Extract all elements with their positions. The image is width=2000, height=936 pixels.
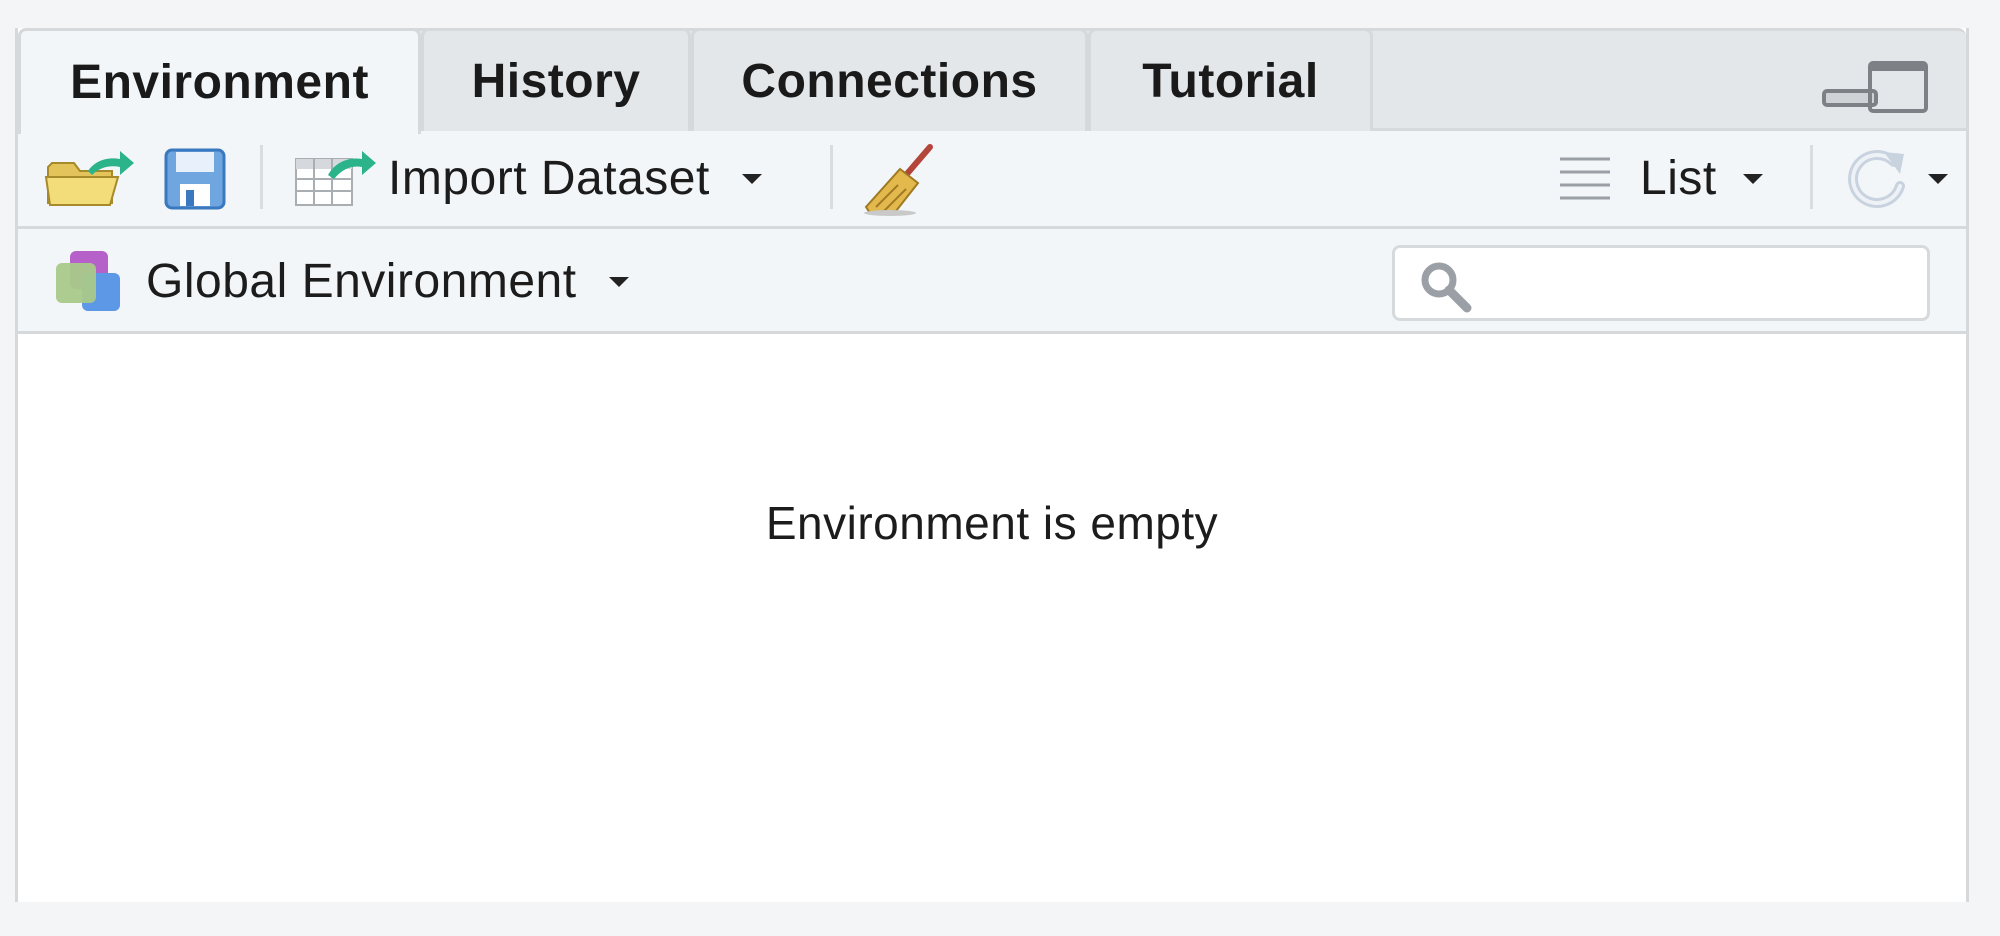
maximize-pane-icon[interactable] <box>1868 61 1928 113</box>
toolbar-separator <box>830 145 833 209</box>
view-mode-dropdown[interactable]: List <box>1558 131 1763 226</box>
chevron-down-icon <box>608 276 629 287</box>
search-icon <box>1421 262 1472 313</box>
chevron-down-icon <box>1742 173 1763 184</box>
import-table-icon <box>295 150 376 206</box>
import-dataset-label: Import Dataset <box>388 152 710 205</box>
tab-environment-label: Environment <box>70 56 369 109</box>
toolbar-separator <box>1810 145 1813 209</box>
tab-tutorial[interactable]: Tutorial <box>1088 28 1373 131</box>
environment-bar: Global Environment <box>18 229 1966 334</box>
environment-layers-icon <box>56 250 120 311</box>
tab-history[interactable]: History <box>421 28 691 131</box>
environment-pane: Environment History Connections Tutorial <box>15 28 1969 902</box>
toolbar-separator <box>260 145 263 209</box>
environment-content: Environment is empty <box>18 334 1966 902</box>
chevron-down-icon <box>741 173 762 184</box>
search-input[interactable] <box>1475 256 1909 312</box>
chevron-down-icon <box>1928 173 1948 184</box>
search-field[interactable] <box>1392 245 1930 321</box>
save-workspace-button[interactable] <box>164 131 226 226</box>
tab-bar: Environment History Connections Tutorial <box>18 28 1966 134</box>
list-lines-icon <box>1560 157 1610 199</box>
tab-environment[interactable]: Environment <box>18 28 421 134</box>
clear-workspace-button[interactable] <box>860 131 940 226</box>
refresh-button[interactable] <box>1842 131 1948 226</box>
load-workspace-button[interactable] <box>44 131 136 226</box>
tab-connections-label: Connections <box>741 54 1038 108</box>
refresh-icon <box>1848 149 1905 208</box>
environment-selector-label: Global Environment <box>146 255 577 308</box>
tab-tutorial-label: Tutorial <box>1142 54 1319 108</box>
empty-environment-message: Environment is empty <box>765 497 1219 549</box>
broom-icon <box>864 143 933 216</box>
import-dataset-button[interactable]: Import Dataset <box>292 131 762 226</box>
view-mode-label: List <box>1640 152 1717 205</box>
open-folder-icon <box>44 150 134 206</box>
tab-history-label: History <box>471 54 641 108</box>
save-disk-icon <box>164 148 226 209</box>
toolbar: Import Dataset List <box>18 131 1966 229</box>
tab-connections[interactable]: Connections <box>691 28 1088 131</box>
environment-selector[interactable]: Global Environment <box>54 229 629 334</box>
